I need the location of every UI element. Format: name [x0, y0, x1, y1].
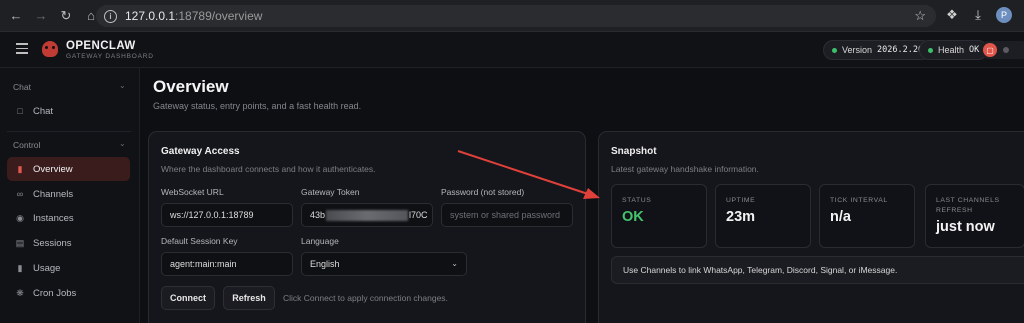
chevron-down-icon: ⌄ [451, 259, 458, 268]
stat-last-channels-refresh: LAST CHANNELS REFRESH just now [925, 184, 1024, 248]
password-label: Password (not stored) [441, 187, 525, 197]
stat-value: just now [936, 219, 995, 235]
connect-button[interactable]: Connect [161, 286, 215, 310]
loader-icon: ❋ [16, 287, 24, 298]
profile-avatar[interactable]: P [996, 7, 1012, 23]
channels-notice: Use Channels to link WhatsApp, Telegram,… [611, 256, 1024, 284]
monitor-icon[interactable]: ▢ [983, 43, 997, 57]
language-value: English [310, 259, 340, 269]
sidebar-item-chat[interactable]: □ Chat [7, 99, 130, 123]
health-badge: Health OK [919, 40, 989, 60]
card-subtitle: Latest gateway handshake information. [611, 164, 759, 174]
sidebar-item-label: Sessions [33, 237, 72, 249]
sidebar-item-label: Instances [33, 212, 74, 224]
password-placeholder: system or shared password [450, 210, 561, 220]
card-title: Snapshot [611, 146, 657, 157]
link-icon: ∞ [16, 189, 24, 199]
session-key-value: agent:main:main [170, 259, 237, 269]
stat-label: TICK INTERVAL [830, 197, 888, 204]
stat-value: OK [622, 209, 644, 225]
chevron-down-icon[interactable]: ⌄ [119, 81, 126, 90]
back-icon[interactable]: ← [7, 7, 25, 25]
sidebar-item-instances[interactable]: ◉ Instances [7, 206, 130, 230]
sidebar-section-control[interactable]: Control [13, 140, 40, 150]
password-input[interactable]: system or shared password [441, 203, 573, 227]
refresh-button[interactable]: Refresh [223, 286, 275, 310]
stat-label: STATUS [622, 197, 652, 204]
connect-hint: Click Connect to apply connection change… [283, 293, 448, 303]
notice-text: Use Channels to link WhatsApp, Telegram,… [623, 265, 898, 275]
sidebar-divider [7, 131, 131, 132]
stat-label: LAST CHANNELS REFRESH [936, 197, 1000, 214]
brand-name: OPENCLAW [66, 40, 136, 52]
chevron-down-icon[interactable]: ⌄ [119, 139, 126, 148]
stat-uptime: UPTIME 23m [715, 184, 811, 248]
stat-status: STATUS OK [611, 184, 707, 248]
token-redaction [326, 209, 409, 221]
version-badge: Version 2026.2.26 [823, 40, 933, 60]
version-label: Version [842, 45, 873, 55]
theme-toggle[interactable]: ▢ [980, 41, 1024, 59]
app-header: OPENCLAW GATEWAY DASHBOARD Version 2026.… [0, 32, 1024, 68]
sidebar-item-label: Overview [33, 163, 73, 175]
sidebar-item-sessions[interactable]: ▤ Sessions [7, 231, 130, 255]
snapshot-card: Snapshot Latest gateway handshake inform… [598, 131, 1024, 323]
sidebar-item-cron-jobs[interactable]: ❋ Cron Jobs [7, 281, 130, 305]
session-key-input[interactable]: agent:main:main [161, 252, 293, 276]
token-suffix: l70C [409, 210, 428, 220]
menu-icon[interactable] [16, 43, 28, 54]
bookmark-star-icon[interactable]: ☆ [914, 8, 926, 24]
gateway-token-input[interactable]: 43b l70C [301, 203, 433, 227]
health-value: OK [969, 45, 980, 55]
page-title: Overview [153, 77, 229, 96]
version-value: 2026.2.26 [877, 45, 924, 55]
health-label: Health [938, 45, 965, 55]
gateway-access-card: Gateway Access Where the dashboard conne… [148, 131, 586, 323]
stat-value: 23m [726, 209, 756, 225]
sidebar-item-channels[interactable]: ∞ Channels [7, 182, 130, 206]
forward-icon[interactable]: → [32, 7, 50, 25]
site-info-icon[interactable]: i [104, 9, 117, 23]
status-dot-icon [928, 47, 933, 53]
websocket-url-input[interactable]: ws://127.0.0.1:18789 [161, 203, 293, 227]
sun-icon[interactable] [1003, 47, 1009, 53]
sidebar-item-usage[interactable]: ▮ Usage [7, 256, 130, 280]
browser-toolbar: ← → ↻ ⌂ i 127.0.0.1:18789/overview ☆ ❖ ⤓… [0, 0, 1024, 32]
reload-icon[interactable]: ↻ [57, 7, 75, 25]
stat-tick-interval: TICK INTERVAL n/a [819, 184, 915, 248]
brand-subtitle: GATEWAY DASHBOARD [66, 53, 154, 60]
gateway-token-label: Gateway Token [301, 187, 360, 197]
download-icon[interactable]: ⤓ [970, 7, 986, 23]
token-prefix: 43b [310, 210, 326, 220]
card-title: Gateway Access [161, 146, 240, 157]
sidebar-item-label: Chat [33, 105, 54, 117]
language-label: Language [301, 236, 339, 246]
url-path: :18789/overview [175, 9, 263, 23]
language-select[interactable]: English ⌄ [301, 252, 467, 276]
page-subtitle: Gateway status, entry points, and a fast… [153, 101, 362, 111]
sidebar-item-overview[interactable]: ▮ Overview [7, 157, 130, 181]
address-bar[interactable]: i 127.0.0.1:18789/overview ☆ [96, 5, 936, 27]
document-icon: ▤ [15, 237, 25, 248]
bar-chart-icon: ▮ [17, 163, 23, 174]
card-subtitle: Where the dashboard connects and how it … [161, 164, 376, 174]
websocket-url-label: WebSocket URL [161, 187, 224, 197]
radio-icon: ◉ [16, 212, 24, 223]
openclaw-logo-icon [42, 41, 58, 57]
chat-bubble-icon: □ [17, 106, 23, 116]
sidebar-section-chat[interactable]: Chat [13, 82, 31, 92]
sidebar: Chat ⌄ □ Chat Control ⌄ ▮ Overview ∞ Cha… [0, 68, 140, 323]
bar-chart-icon: ▮ [17, 262, 23, 273]
sidebar-item-label: Usage [33, 262, 61, 274]
sidebar-item-label: Channels [33, 188, 74, 200]
status-dot-icon [832, 47, 837, 53]
url-host: 127.0.0.1 [125, 9, 176, 23]
session-key-label: Default Session Key [161, 236, 238, 246]
websocket-url-value: ws://127.0.0.1:18789 [170, 210, 254, 220]
extensions-icon[interactable]: ❖ [944, 7, 960, 23]
stat-value: n/a [830, 209, 851, 225]
stat-label: UPTIME [726, 197, 756, 204]
sidebar-item-label: Cron Jobs [33, 287, 77, 299]
